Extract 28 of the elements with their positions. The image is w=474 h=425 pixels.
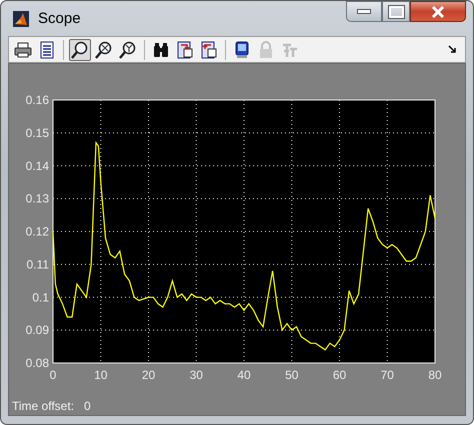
y-tick-label: 0.1 xyxy=(32,290,49,304)
y-tick-label: 0.08 xyxy=(26,356,49,370)
y-tick-label: 0.16 xyxy=(26,93,49,107)
minimize-button[interactable] xyxy=(346,1,382,22)
y-tick-label: 0.15 xyxy=(26,126,49,140)
x-tick-label: 70 xyxy=(380,368,394,382)
y-tick-label: 0.14 xyxy=(26,158,49,173)
app-icon xyxy=(13,10,29,26)
zoom-button[interactable] xyxy=(69,38,91,60)
x-tick-label: 10 xyxy=(94,368,108,382)
x-tick-label: 80 xyxy=(428,368,442,382)
time-offset-value: 0 xyxy=(84,399,91,413)
x-tick-label: 40 xyxy=(237,368,251,382)
close-button[interactable] xyxy=(410,1,466,22)
y-tick-label: 0.12 xyxy=(26,224,49,238)
time-offset-label: Time offset: xyxy=(12,399,74,413)
window-title: Scope xyxy=(38,10,81,27)
y-tick-label: 0.11 xyxy=(26,257,49,272)
x-tick-label: 30 xyxy=(190,368,203,382)
x-tick-label: 60 xyxy=(332,368,346,382)
x-tick-label: 50 xyxy=(285,368,298,382)
x-tick-label: 20 xyxy=(142,368,156,382)
y-tick-label: 0.13 xyxy=(26,192,49,206)
close-icon xyxy=(431,6,445,18)
y-tick-label: 0.09 xyxy=(26,323,49,338)
x-tick-label: 0 xyxy=(50,368,56,382)
dock-arrow-icon[interactable] xyxy=(448,45,457,54)
maximize-button[interactable] xyxy=(382,1,410,22)
